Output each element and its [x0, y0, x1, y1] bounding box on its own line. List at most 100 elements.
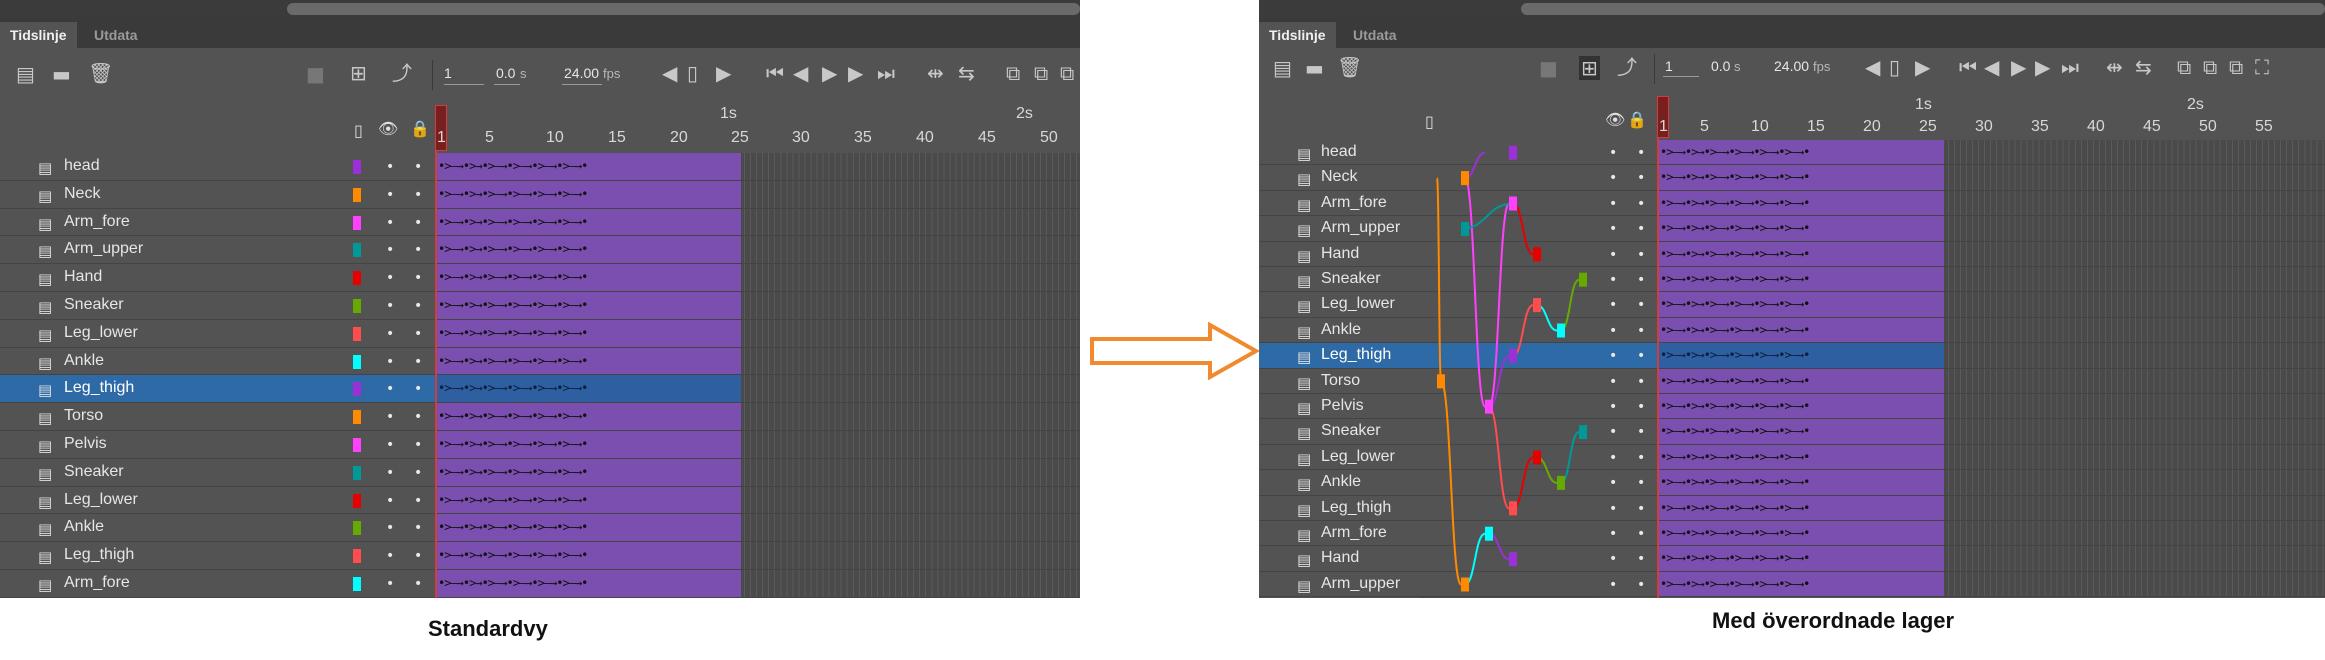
sync-icon[interactable]: ⧉: [1060, 63, 1074, 83]
layer-color-swatch[interactable]: [353, 299, 361, 313]
layer-toggle-dot[interactable]: •: [1609, 552, 1617, 566]
layer-row[interactable]: ▤ Arm_fore • • •>—→•>→•>—→•>—→•>—→•>—→•: [0, 208, 1080, 237]
layer-toggle-dot[interactable]: •: [386, 494, 394, 508]
play-icon[interactable]: ▶: [2011, 57, 2026, 77]
layer-color-swatch[interactable]: [353, 354, 361, 369]
layer-name[interactable]: Arm_fore: [1321, 524, 1387, 542]
frame-ruler[interactable]: ▯ 👁 🔒 1s 2s 1 5 10 15 20 25 30 35 40 45 …: [1259, 94, 2325, 142]
layer-name[interactable]: Sneaker: [64, 296, 124, 314]
layer-row[interactable]: ▤ Leg_lower • • •>—→•>→•>—→•>—→•>—→•>—→•: [0, 319, 1080, 348]
camera-icon[interactable]: ■: [1539, 58, 1558, 78]
layer-toggle-dot[interactable]: •: [1609, 451, 1617, 465]
layer-toggle-dot[interactable]: •: [1609, 425, 1617, 439]
layer-toggle-dot[interactable]: •: [1609, 146, 1617, 160]
layer-toggle-dot[interactable]: •: [1609, 222, 1617, 236]
layer-toggle-dot[interactable]: •: [1637, 502, 1645, 516]
keyframes[interactable]: •>—→•>→•>—→•>—→•>—→•>—→•: [1660, 191, 1944, 215]
layer-color-swatch[interactable]: [353, 382, 361, 397]
parent-node[interactable]: [1557, 323, 1565, 338]
parent-node[interactable]: [1437, 374, 1445, 389]
keyframes[interactable]: •>—→•>→•>—→•>—→•>—→•>—→•: [438, 459, 741, 486]
layer-toggle-dot[interactable]: •: [414, 355, 422, 369]
layer-row[interactable]: ▤ Leg_thigh • • •>—→•>→•>—→•>—→•>—→•>—→•: [0, 375, 1080, 404]
layer-color-swatch[interactable]: [353, 410, 361, 425]
layer-name[interactable]: Torso: [64, 407, 103, 425]
new-layer-icon[interactable]: ▤: [16, 64, 35, 84]
layer-toggle-dot[interactable]: •: [1609, 248, 1617, 262]
keyframes[interactable]: •>—→•>→•>—→•>—→•>—→•>—→•: [1660, 521, 1944, 545]
layer-row[interactable]: ▤ Arm_fore • • •>—→•>→•>—→•>—→•>—→•>—→•: [0, 570, 1080, 598]
layer-toggle-dot[interactable]: •: [414, 271, 422, 285]
layer-color-swatch[interactable]: [353, 215, 361, 230]
layer-toggle-dot[interactable]: •: [414, 243, 422, 257]
phone-icon[interactable]: ▯: [687, 63, 698, 83]
folder-icon[interactable]: ▬: [1305, 58, 1324, 78]
layer-color-swatch[interactable]: [353, 160, 361, 174]
layer-name[interactable]: Ankle: [1321, 321, 1361, 339]
layer-name[interactable]: Hand: [1321, 245, 1359, 263]
keyframes[interactable]: •>—→•>→•>—→•>—→•>—→•>—→•: [1660, 216, 1944, 240]
trash-icon[interactable]: 🗑: [1337, 57, 1362, 77]
layer-toggle-dot[interactable]: •: [386, 382, 394, 396]
layer-name[interactable]: Hand: [1321, 549, 1359, 567]
layer-toggle-dot[interactable]: •: [386, 549, 394, 563]
new-layer-icon[interactable]: ▤: [1273, 58, 1292, 78]
layer-toggle-dot[interactable]: •: [1609, 349, 1617, 363]
layer-toggle-dot[interactable]: •: [414, 188, 422, 202]
layer-toggle-dot[interactable]: •: [1609, 375, 1617, 389]
current-frame[interactable]: 1: [1665, 58, 1673, 74]
sync-icon[interactable]: ⧉: [2229, 57, 2243, 77]
layer-row[interactable]: ▤ Hand • • •>—→•>→•>—→•>—→•>—→•>—→•: [0, 264, 1080, 292]
onion-outline-icon[interactable]: ⧉: [2203, 57, 2217, 77]
layer-toggle-dot[interactable]: •: [1637, 578, 1645, 592]
keyframes[interactable]: •>—→•>→•>—→•>—→•>—→•>—→•: [438, 236, 741, 263]
keyframes[interactable]: •>—→•>→•>—→•>—→•>—→•>—→•: [1660, 496, 1944, 520]
layer-name[interactable]: Pelvis: [64, 435, 107, 453]
layer-name[interactable]: Sneaker: [64, 463, 124, 481]
layer-row[interactable]: ▤ Pelvis • • •>—→•>→•>—→•>—→•>—→•>—→•: [0, 431, 1080, 459]
keyframes[interactable]: •>—→•>→•>—→•>—→•>—→•>—→•: [1660, 445, 1944, 469]
layer-toggle-dot[interactable]: •: [386, 160, 394, 174]
layer-toggle-dot[interactable]: •: [1609, 400, 1617, 414]
eye-icon[interactable]: 👁: [378, 119, 398, 138]
parenting-icon[interactable]: ⊞: [1579, 56, 1600, 80]
layer-toggle-dot[interactable]: •: [386, 410, 394, 424]
layer-name[interactable]: Arm_upper: [1321, 575, 1400, 593]
go-first-icon[interactable]: ⏮: [1959, 57, 1977, 77]
layer-row[interactable]: ▤ Ankle • • •>—→•>→•>—→•>—→•>—→•>—→•: [0, 347, 1080, 376]
keyframes[interactable]: •>—→•>→•>—→•>—→•>—→•>—→•: [1660, 140, 1944, 164]
layer-toggle-dot[interactable]: •: [1609, 197, 1617, 211]
layer-toggle-dot[interactable]: •: [414, 216, 422, 230]
fps-value[interactable]: 24.00: [564, 65, 599, 81]
layer-toggle-dot[interactable]: •: [386, 438, 394, 452]
layer-toggle-dot[interactable]: •: [1637, 197, 1645, 211]
onion-outline-icon[interactable]: ⧉: [1034, 63, 1048, 83]
go-first-icon[interactable]: ⏮: [766, 63, 784, 83]
layer-color-swatch[interactable]: [353, 549, 361, 564]
keyframes[interactable]: •>—→•>→•>—→•>—→•>—→•>—→•: [438, 403, 741, 430]
layer-name[interactable]: Arm_fore: [64, 574, 130, 592]
layer-toggle-dot[interactable]: •: [386, 271, 394, 285]
parent-node[interactable]: [1579, 425, 1587, 440]
layer-row[interactable]: ▤ Arm_upper • • •>—→•>→•>—→•>—→•>—→•>—→•: [0, 236, 1080, 265]
layer-name[interactable]: Leg_lower: [1321, 295, 1395, 313]
layer-color-swatch[interactable]: [353, 271, 361, 286]
layer-toggle-dot[interactable]: •: [414, 410, 422, 424]
lock-icon[interactable]: 🔒: [410, 119, 430, 138]
onion-skin-icon[interactable]: ⇆: [958, 63, 975, 83]
layer-color-swatch[interactable]: [353, 187, 361, 202]
layer-name[interactable]: Leg_lower: [1321, 448, 1395, 466]
layer-row[interactable]: ▤ Torso • • •>—→•>→•>—→•>—→•>—→•>—→•: [0, 403, 1080, 431]
layer-toggle-dot[interactable]: •: [1609, 298, 1617, 312]
layer-name[interactable]: Arm_fore: [64, 213, 130, 231]
parent-node[interactable]: [1557, 475, 1565, 490]
keyframes[interactable]: •>—→•>→•>—→•>—→•>—→•>—→•: [438, 320, 741, 347]
layer-name[interactable]: Leg_lower: [64, 324, 138, 342]
layer-name[interactable]: Leg_thigh: [64, 379, 134, 397]
parent-node[interactable]: [1579, 272, 1587, 287]
current-time[interactable]: 0.0: [1711, 58, 1730, 74]
layer-row[interactable]: ▤ Leg_thigh • • •>—→•>→•>—→•>—→•>—→•>—→•: [0, 542, 1080, 570]
keyframes[interactable]: •>—→•>→•>—→•>—→•>—→•>—→•: [1660, 267, 1944, 291]
layer-name[interactable]: Arm_upper: [64, 240, 143, 258]
camera-icon[interactable]: ■: [306, 64, 325, 84]
